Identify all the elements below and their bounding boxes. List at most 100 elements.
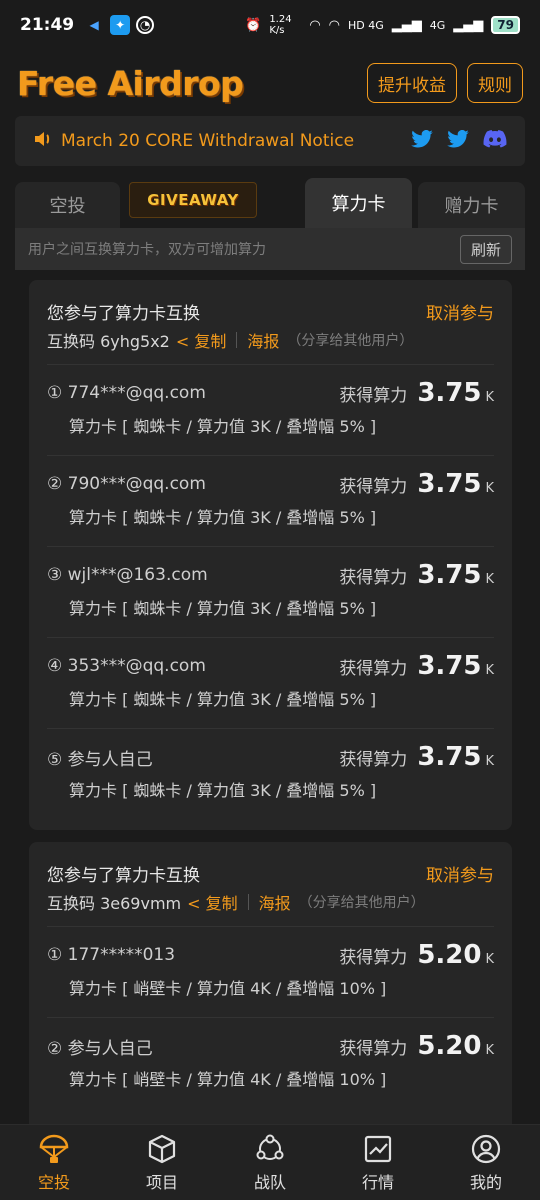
bottom-nav: 空投 项目 战队 行情 我的 (0, 1124, 540, 1200)
status-time: 21:49 (20, 15, 75, 35)
nav-label: 项目 (145, 1172, 178, 1192)
share-hint: （分享给其他用户） (298, 895, 425, 911)
participant-name: ① 177*****013 (47, 945, 176, 965)
participant-name: ④ 353***@qq.com (47, 656, 206, 676)
gain-unit: K (485, 572, 494, 587)
chart-icon (364, 1135, 392, 1162)
team-icon (256, 1134, 284, 1160)
exchange-hint: 用户之间互换算力卡，双方可增加算力 (28, 242, 266, 258)
nav-airdrop[interactable]: 空投 (0, 1125, 108, 1200)
gain-value: 3.75 (417, 469, 482, 499)
gain-label: 获得算力 (339, 1039, 408, 1059)
tab-hashcard[interactable]: 算力卡 (305, 178, 412, 228)
network-label-2: 4G (429, 18, 446, 32)
gain-label: 获得算力 (339, 659, 408, 679)
participant-row: ⑤ 参与人自己 获得算力 3.75 K 算力卡 [ 蜘蛛卡 / 算力值 3K / 叠… (47, 728, 494, 819)
card-info: 算力卡 [ 蜘蛛卡 / 算力值 3K / 叠增幅 5% ] (69, 599, 377, 618)
poster-button[interactable]: 海报 (247, 328, 279, 352)
share-hint: （分享给其他用户） (287, 333, 414, 349)
participant-row: ② 参与人自己 获得算力 5.20 K 算力卡 [ 峭壁卡 / 算力值 4K / 叠… (47, 1017, 494, 1108)
gain-value: 5.20 (417, 1031, 482, 1061)
parachute-icon (39, 1134, 69, 1163)
gain-unit: K (485, 390, 494, 405)
gain-label: 获得算力 (339, 568, 408, 588)
gain-unit: K (485, 663, 494, 678)
cancel-participation-button[interactable]: 取消参与 (426, 861, 494, 886)
participant-row: ② 790***@qq.com 获得算力 3.75 K 算力卡 [ 蜘蛛卡 / 算力… (47, 455, 494, 546)
poster-button[interactable]: 海报 (259, 890, 291, 914)
card-info: 算力卡 [ 蜘蛛卡 / 算力值 3K / 叠增幅 5% ] (69, 417, 377, 436)
status-bar: 21:49 ◀ ✦ ◔ ⏰ 1.24 K/s ◠ ◠ HD 4G ▂▄▆ 4G … (0, 0, 540, 50)
gain-label: 获得算力 (339, 386, 408, 406)
twitter-icon[interactable] (411, 129, 433, 152)
speaker-icon (33, 129, 53, 153)
boost-earnings-button[interactable]: 提升收益 (367, 63, 457, 103)
network-label: HD 4G (348, 18, 384, 32)
participant-name: ③ wjl***@163.com (47, 565, 208, 585)
tab-bar: 空投 GIVEAWAY 算力卡 赠力卡 (15, 178, 525, 228)
gain-value: 3.75 (417, 651, 482, 681)
notification-icon: ◀ (89, 18, 99, 32)
participant-row: ③ wjl***@163.com 获得算力 3.75 K 算力卡 [ 蜘蛛卡 / 算… (47, 546, 494, 637)
wifi-icon-2: ◠ (328, 17, 340, 33)
battery-icon: 79 (491, 16, 520, 34)
cube-icon (148, 1134, 176, 1163)
discord-icon[interactable] (483, 130, 507, 152)
twitter-notification-icon: ✦ (110, 15, 131, 35)
exchange-card: 您参与了算力卡互换 取消参与 互换码 3e69vmm < 复制 海报 （分享给其… (29, 842, 512, 1132)
wifi-icon: ◠ (309, 17, 321, 33)
tab-airdrop[interactable]: 空投 (15, 182, 120, 228)
twitter-icon-2[interactable] (447, 129, 469, 152)
gain-unit: K (485, 952, 494, 967)
gain-value: 3.75 (417, 378, 482, 408)
nav-label: 我的 (469, 1172, 502, 1192)
participant-name: ① 774***@qq.com (47, 383, 206, 403)
net-speed: 1.24 K/s (269, 14, 292, 36)
cancel-participation-button[interactable]: 取消参与 (426, 299, 494, 324)
refresh-button[interactable]: 刷新 (459, 234, 512, 264)
exchange-card: 您参与了算力卡互换 取消参与 互换码 6yhg5x2 < 复制 海报 （分享给其… (29, 280, 512, 830)
nav-label: 空投 (37, 1172, 70, 1192)
user-icon (471, 1134, 501, 1163)
participant-row: ① 177*****013 获得算力 5.20 K 算力卡 [ 峭壁卡 / 算力值 … (47, 926, 494, 1017)
nav-label: 战队 (253, 1172, 286, 1192)
notice-text: March 20 CORE Withdrawal Notice (61, 131, 355, 151)
giveaway-banner[interactable]: GIVEAWAY (129, 182, 257, 218)
card-info: 算力卡 [ 蜘蛛卡 / 算力值 3K / 叠增幅 5% ] (69, 508, 377, 527)
participant-row: ④ 353***@qq.com 获得算力 3.75 K 算力卡 [ 蜘蛛卡 / 算力… (47, 637, 494, 728)
participant-name: ② 参与人自己 (47, 1038, 153, 1059)
gain-label: 获得算力 (339, 948, 408, 968)
copy-button[interactable]: < 复制 (187, 890, 238, 914)
nav-label: 行情 (361, 1172, 394, 1192)
gain-label: 获得算力 (339, 477, 408, 497)
nav-mine[interactable]: 我的 (432, 1125, 540, 1200)
exchange-code: 互换码 3e69vmm (47, 894, 182, 913)
nav-project[interactable]: 项目 (108, 1125, 216, 1200)
alarm-icon: ⏰ (245, 17, 262, 33)
app-logo: Free Airdrop (17, 63, 244, 103)
exchange-code: 互换码 6yhg5x2 (47, 332, 170, 351)
card-info: 算力卡 [ 峭壁卡 / 算力值 4K / 叠增幅 10% ] (69, 979, 387, 998)
card-title: 您参与了算力卡互换 (47, 303, 200, 324)
notice-bar[interactable]: March 20 CORE Withdrawal Notice (15, 116, 525, 166)
rules-button[interactable]: 规则 (467, 63, 523, 103)
gain-value: 5.20 (417, 940, 482, 970)
copy-button[interactable]: < 复制 (176, 328, 227, 352)
participant-name: ⑤ 参与人自己 (47, 749, 153, 770)
signal-icon: ▂▄▆ (391, 17, 422, 33)
card-info: 算力卡 [ 蜘蛛卡 / 算力值 3K / 叠增幅 5% ] (69, 690, 377, 709)
divider (236, 332, 238, 348)
hint-bar: 用户之间互换算力卡，双方可增加算力 刷新 (15, 228, 525, 270)
gain-unit: K (485, 1043, 494, 1058)
nav-team[interactable]: 战队 (216, 1125, 324, 1200)
app-notification-icon: ◔ (136, 16, 155, 34)
tab-gift-card[interactable]: 赠力卡 (418, 182, 525, 228)
participant-name: ② 790***@qq.com (47, 474, 206, 494)
gain-unit: K (485, 481, 494, 496)
app-header: Free Airdrop 提升收益 规则 (0, 50, 540, 116)
card-info: 算力卡 [ 蜘蛛卡 / 算力值 3K / 叠增幅 5% ] (69, 781, 377, 800)
nav-market[interactable]: 行情 (324, 1125, 432, 1200)
gain-unit: K (485, 754, 494, 769)
divider (247, 894, 249, 910)
status-right: ⏰ 1.24 K/s ◠ ◠ HD 4G ▂▄▆ 4G ▂▄▆ 79 (245, 14, 520, 36)
